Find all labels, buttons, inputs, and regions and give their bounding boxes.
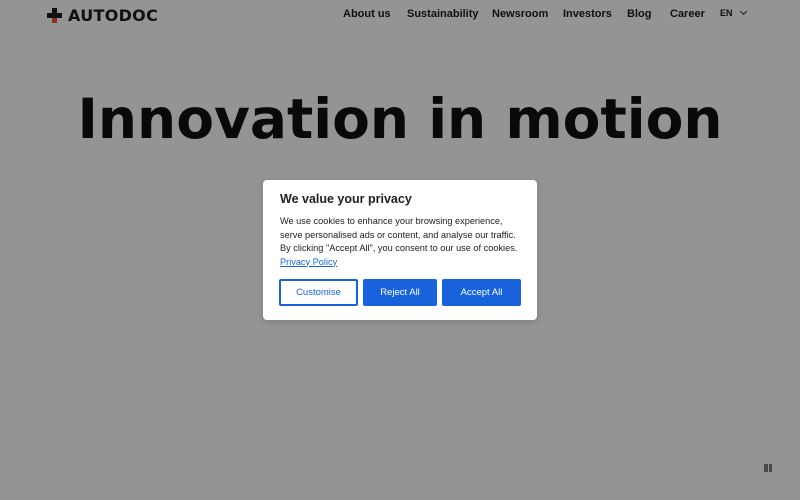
cookie-dialog-body: We use cookies to enhance your browsing … (280, 216, 518, 253)
cookie-consent-dialog: We value your privacy We use cookies to … (263, 180, 537, 320)
cookie-dialog-title: We value your privacy (280, 192, 412, 206)
reject-all-button[interactable]: Reject All (363, 279, 437, 306)
cookie-dialog-text: We use cookies to enhance your browsing … (280, 215, 524, 269)
privacy-policy-link[interactable]: Privacy Policy (280, 257, 337, 267)
pause-icon[interactable] (764, 464, 772, 472)
accept-all-button[interactable]: Accept All (442, 279, 521, 306)
customise-button[interactable]: Customise (279, 279, 358, 306)
page: AUTODOC About us Sustainability Newsroom… (0, 0, 800, 500)
